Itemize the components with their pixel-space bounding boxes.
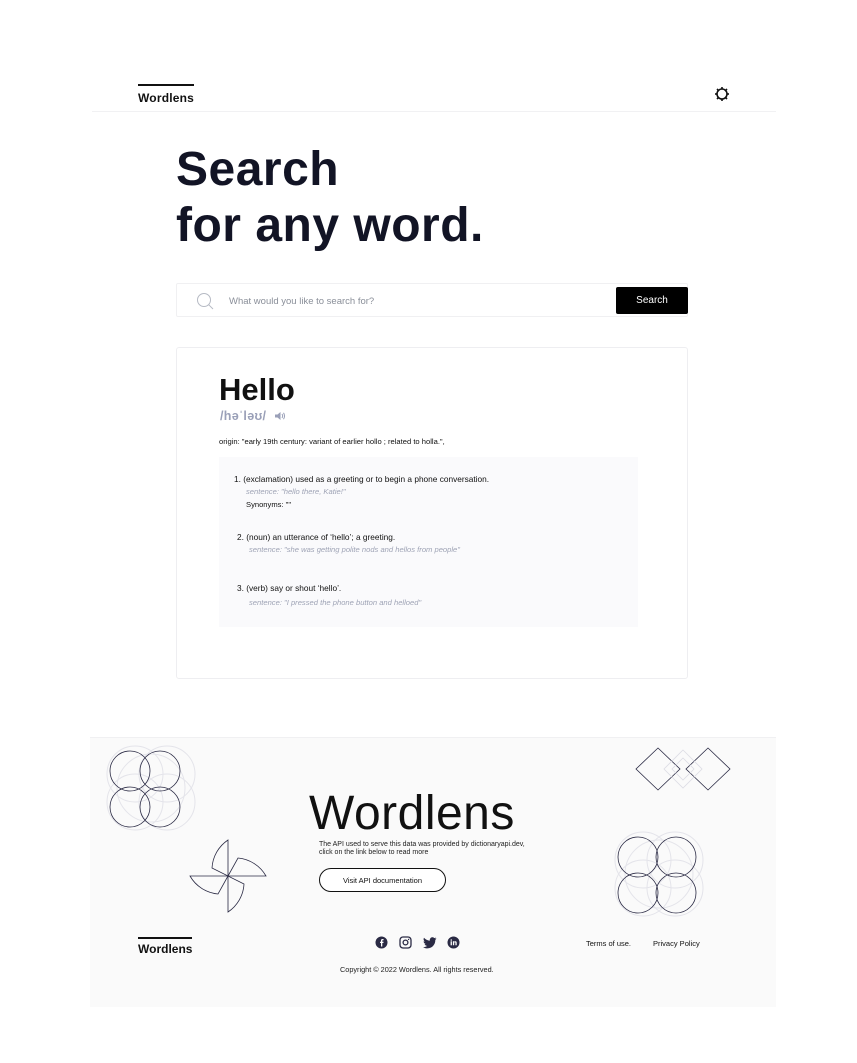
twitter-icon[interactable] (423, 936, 437, 949)
flower-decoration-icon (106, 745, 196, 831)
social-links (375, 936, 460, 949)
hero-line-1: Search (176, 143, 340, 196)
linkedin-icon[interactable] (447, 936, 460, 949)
meanings-panel: 1. (exclamation) used as a greeting or t… (219, 457, 638, 627)
privacy-link[interactable]: Privacy Policy (653, 939, 700, 948)
footer-links: Terms of use. Privacy Policy (586, 939, 700, 948)
hero-title: Search for any word. (176, 142, 484, 254)
search-icon (197, 293, 214, 310)
search-bar: Search (176, 283, 688, 317)
result-card: Hello /həˈləʊ/ origin: "early 19th centu… (176, 347, 688, 679)
instagram-icon[interactable] (399, 936, 412, 949)
speaker-icon[interactable] (275, 411, 286, 421)
diamond-decoration-icon (635, 747, 731, 791)
meaning-3: 3. (verb) say or shout ‘hello’. (237, 583, 342, 593)
facebook-icon[interactable] (375, 936, 388, 949)
gear-icon[interactable] (714, 86, 730, 102)
pinwheel-decoration-icon (189, 839, 267, 913)
origin-text: origin: "early 19th century: variant of … (219, 437, 445, 446)
meaning-1: 1. (exclamation) used as a greeting or t… (234, 474, 490, 484)
header: Wordlens (92, 80, 776, 112)
footer-description: The API used to serve this data was prov… (319, 841, 525, 856)
copyright-text: Copyright © 2022 Wordlens. All rights re… (340, 965, 494, 974)
logo[interactable]: Wordlens (138, 84, 195, 105)
word-title: Hello (219, 372, 295, 407)
meaning-3-example: sentence: "I pressed the phone button an… (249, 598, 422, 607)
search-input[interactable] (229, 290, 609, 312)
meaning-1-example: sentence: "hello there, Katie!" (246, 487, 346, 496)
meaning-1-synonyms: Synonyms: "" (246, 500, 292, 509)
terms-link[interactable]: Terms of use. (586, 939, 631, 948)
flower-decoration-icon (614, 831, 704, 917)
search-button[interactable]: Search (616, 287, 688, 314)
footer: Wordlens The API used to serve this data… (90, 737, 776, 1007)
phonetic-row: /həˈləʊ/ (220, 409, 286, 423)
hero-line-2: for any word. (176, 199, 484, 252)
api-docs-button[interactable]: Visit API documentation (319, 868, 446, 892)
phonetic-text: /həˈləʊ/ (220, 409, 267, 423)
meaning-2: 2. (noun) an utterance of ‘hello’; a gre… (237, 532, 396, 542)
meaning-2-example: sentence: "she was getting polite nods a… (249, 545, 460, 554)
footer-logo[interactable]: Wordlens (138, 937, 193, 956)
footer-title: Wordlens (309, 787, 515, 840)
